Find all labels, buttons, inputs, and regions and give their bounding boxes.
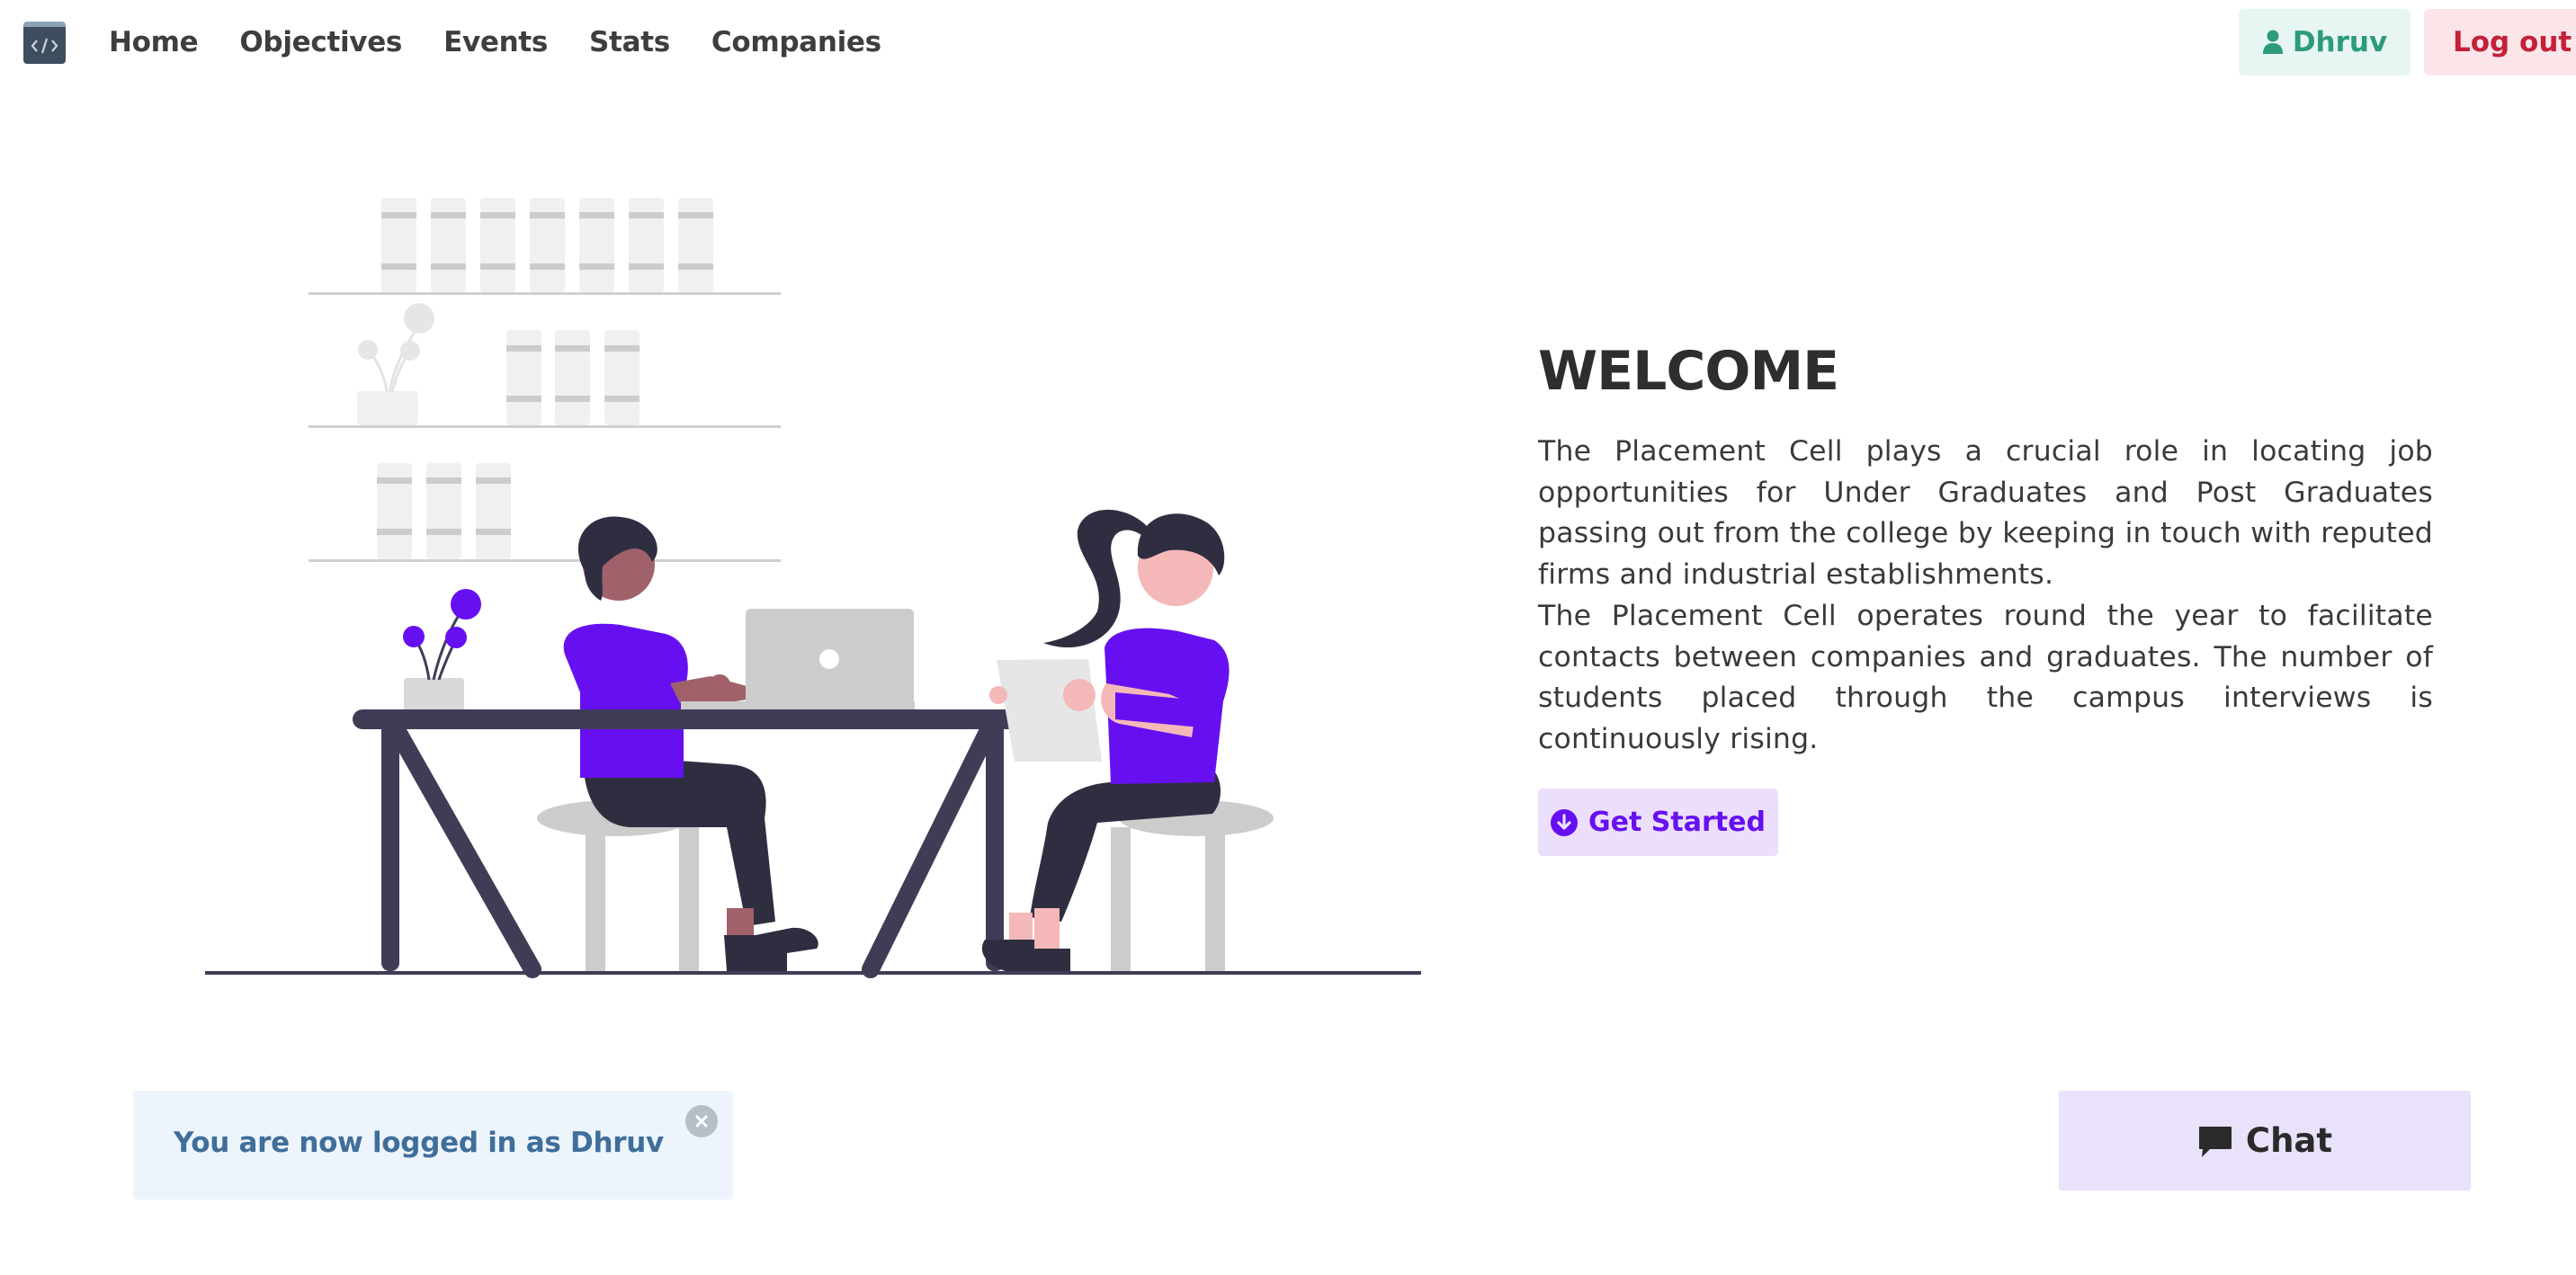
nav-link-stats[interactable]: Stats [589, 22, 670, 63]
nav-link-companies[interactable]: Companies [711, 22, 881, 63]
nav-link-events[interactable]: Events [443, 22, 548, 63]
login-alert: You are now logged in as Dhruv [133, 1091, 733, 1199]
nav-links: Home Objectives Events Stats Companies [109, 22, 881, 63]
navbar: Home Objectives Events Stats Companies D… [0, 0, 2576, 85]
code-logo-icon[interactable] [23, 22, 66, 64]
user-name: Dhruv [2292, 26, 2388, 58]
intro-paragraph-2: The Placement Cell operates round the ye… [1538, 600, 2433, 755]
chat-label: Chat [2245, 1121, 2333, 1160]
user-profile-button[interactable]: Dhruv [2239, 9, 2411, 76]
intro-paragraph-1: The Placement Cell plays a crucial role … [1538, 435, 2433, 591]
comment-icon [2198, 1126, 2232, 1157]
nav-link-objectives[interactable]: Objectives [239, 22, 402, 63]
get-started-button[interactable]: Get Started [1538, 789, 1778, 856]
close-icon[interactable] [685, 1105, 718, 1137]
nav-link-home[interactable]: Home [109, 22, 199, 63]
welcome-title: WELCOME [1538, 340, 1839, 403]
get-started-label: Get Started [1588, 807, 1766, 838]
logout-button[interactable]: Log out [2424, 9, 2576, 76]
arrow-circle-down-icon [1551, 808, 1579, 836]
alert-message: You are now logged in as Dhruv [174, 1127, 664, 1159]
team-working-illustration [205, 198, 1421, 978]
user-icon [2262, 30, 2283, 54]
chat-button[interactable]: Chat [2059, 1091, 2471, 1190]
